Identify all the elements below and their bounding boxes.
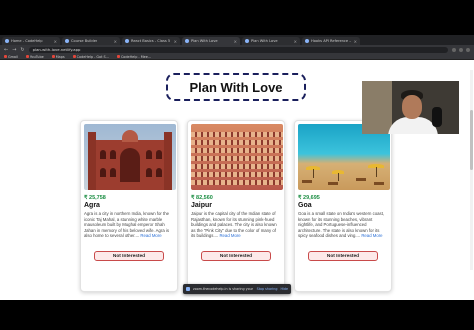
hide-button[interactable]: Hide [280, 287, 288, 291]
tab-label: Plan With Love [251, 39, 278, 43]
bookmark-maps[interactable]: Maps [51, 54, 65, 59]
bookmark-codehelp-2[interactable]: CodeHelp - Mee... [116, 54, 152, 59]
tab-plan-with-love-active[interactable]: Plan With Love × [182, 37, 240, 45]
tour-image-agra [84, 124, 176, 190]
scrollbar-track[interactable] [470, 70, 473, 270]
webcam-overlay [362, 81, 459, 134]
tab-label: Home - CodeHelp [11, 39, 43, 43]
url-input[interactable]: plan-with-love.netlify.app [28, 46, 448, 53]
tab-home[interactable]: Home - CodeHelp × [2, 37, 60, 45]
screen-share-bar: zoom.thecodehelp.in is sharing your scre… [183, 284, 291, 294]
tour-image-jaipur [191, 124, 283, 190]
close-icon[interactable]: × [294, 39, 297, 44]
youtube-icon [25, 55, 29, 58]
share-text: zoom.thecodehelp.in is sharing your scre… [193, 287, 254, 291]
tour-description: Agra is a city in northern India, known … [84, 211, 170, 239]
tour-price: ₹ 82,560 [191, 195, 213, 201]
tour-card-agra: ₹ 25,758 Agra Agra is a city in northern… [80, 120, 178, 292]
bookmark-label: YouTube [29, 54, 44, 59]
back-icon[interactable]: ← [4, 47, 8, 53]
tab-strip: Home - CodeHelp × Course Builder × React B… [0, 35, 474, 45]
tour-card-goa: ₹ 29,695 Goa Goa is a small state on Ind… [294, 120, 392, 292]
favicon-icon [305, 39, 309, 43]
reload-icon[interactable]: ↻ [20, 47, 24, 53]
codehelp-icon [72, 55, 76, 58]
close-icon[interactable]: × [174, 39, 177, 44]
tour-city: Jaipur [191, 202, 213, 209]
tour-city: Goa [298, 202, 312, 209]
read-more-link[interactable]: Read More [361, 233, 382, 238]
not-interested-button[interactable]: Not Interested [94, 251, 164, 261]
stop-sharing-button[interactable]: Stop sharing [257, 287, 278, 291]
tab-label: Course Builder [71, 39, 98, 43]
favicon-icon [5, 39, 9, 43]
codehelp-icon [116, 55, 120, 58]
bookmark-label: CodeHelp - Got S... [76, 54, 109, 59]
gmail-icon [4, 55, 7, 58]
extension-icon[interactable] [459, 47, 463, 52]
tab-label: Plan With Love [191, 39, 218, 43]
tour-description: Jaipur is the capital city of the Indian… [191, 211, 277, 239]
profile-icon[interactable] [466, 47, 470, 52]
close-icon[interactable]: × [234, 39, 237, 44]
favicon-icon [245, 39, 249, 43]
tour-price: ₹ 29,695 [298, 195, 320, 201]
read-more-link[interactable]: Read More [219, 233, 240, 238]
tour-description: Goa is a small state on India's western … [298, 211, 385, 239]
bookmarks-bar: Gmail YouTube Maps CodeHelp - Got S... C… [0, 54, 474, 60]
favicon-icon [65, 39, 69, 43]
tab-plan-with-love[interactable]: Plan With Love × [242, 37, 300, 45]
page-title-box: Plan With Love [166, 73, 306, 101]
bookmark-codehelp-1[interactable]: CodeHelp - Got S... [72, 54, 109, 59]
bookmark-youtube[interactable]: YouTube [25, 54, 44, 59]
maps-icon [51, 55, 55, 58]
read-more-link[interactable]: Read More [140, 233, 161, 238]
tab-label: Hooks API Reference – React [311, 39, 352, 43]
bookmark-gmail[interactable]: Gmail [4, 55, 18, 59]
favicon-icon [125, 39, 129, 43]
forward-icon[interactable]: → [12, 47, 16, 53]
tour-city: Agra [84, 202, 100, 209]
address-bar: ← → ↻ plan-with-love.netlify.app [0, 45, 474, 54]
tab-course-builder[interactable]: Course Builder × [62, 37, 120, 45]
bookmark-label: CodeHelp - Mee... [120, 54, 152, 59]
not-interested-button[interactable]: Not Interested [201, 251, 271, 261]
bookmark-label: Maps [55, 54, 65, 59]
page-title: Plan With Love [189, 79, 283, 95]
bottom-black-band [0, 300, 474, 330]
tab-label: React Basics - Class 5 [131, 39, 171, 43]
top-black-band [0, 0, 474, 35]
tour-card-jaipur: ₹ 82,560 Jaipur Jaipur is the capital ci… [187, 120, 285, 292]
close-icon[interactable]: × [54, 39, 57, 44]
extension-icon[interactable] [452, 47, 456, 52]
close-icon[interactable]: × [354, 39, 357, 44]
favicon-icon [185, 39, 189, 43]
tab-react-basics[interactable]: React Basics - Class 5 × [122, 37, 180, 45]
not-interested-button[interactable]: Not Interested [308, 251, 378, 261]
tab-hooks-api[interactable]: Hooks API Reference – React× [302, 37, 360, 45]
extension-icons [452, 47, 470, 52]
close-icon[interactable]: × [114, 39, 117, 44]
bookmark-label: Gmail [8, 54, 18, 59]
tour-price: ₹ 25,758 [84, 195, 106, 201]
share-indicator-icon [186, 287, 190, 291]
scrollbar-thumb[interactable] [470, 110, 473, 170]
